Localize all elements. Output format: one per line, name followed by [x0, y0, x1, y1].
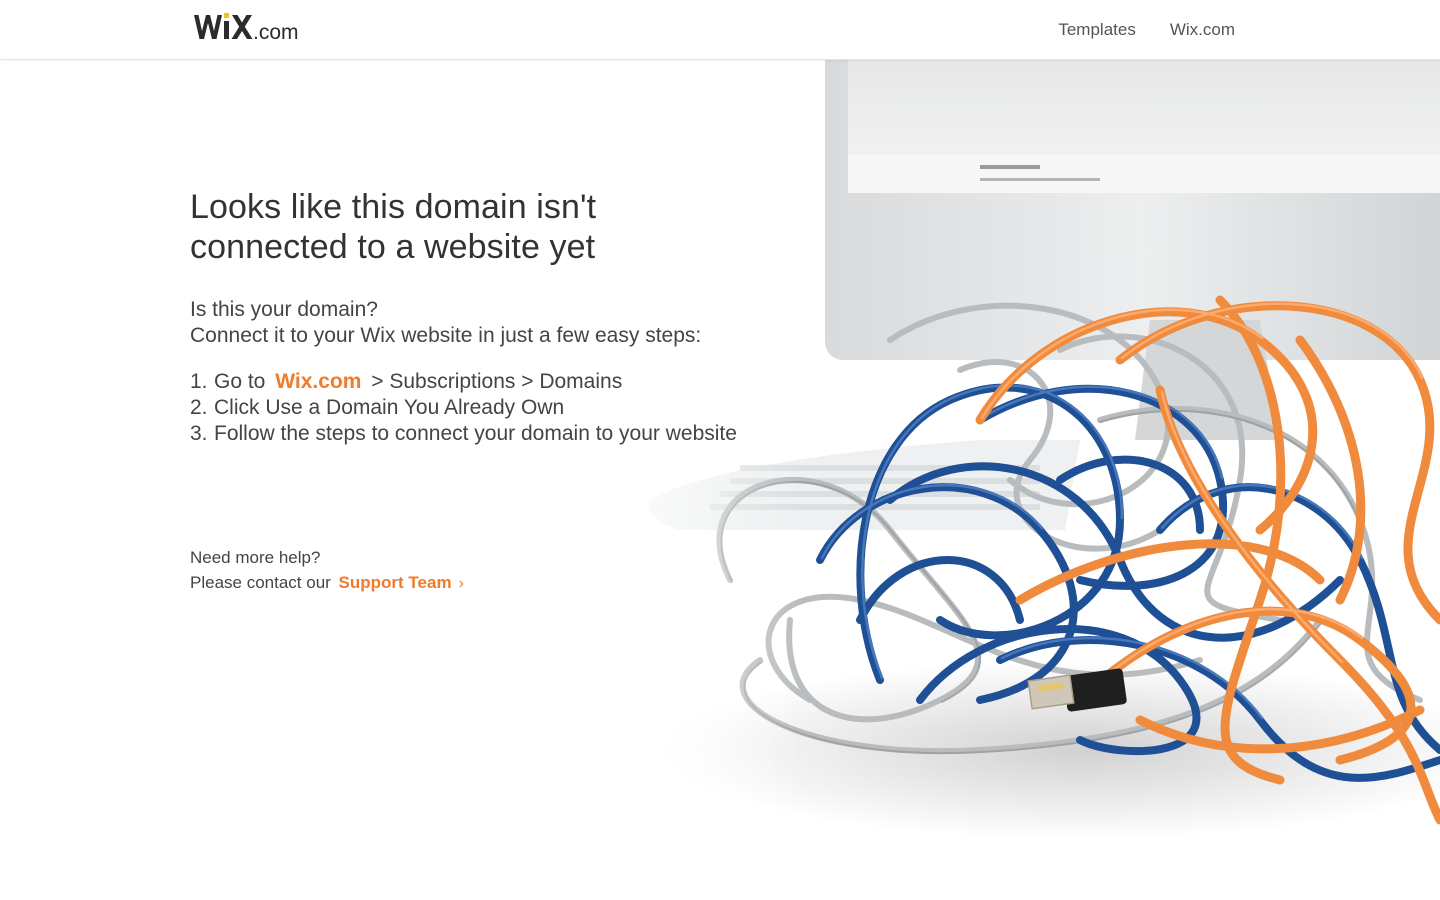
contact-prefix: Please contact our [190, 573, 331, 592]
main-content: Looks like this domain isn't connected t… [190, 187, 810, 596]
step-number: 3. [190, 422, 208, 445]
support-team-link[interactable]: Support Team [339, 573, 452, 592]
wix-logo-icon: .com [194, 13, 299, 42]
top-nav: Templates Wix.com [1058, 20, 1235, 40]
domain-question: Is this your domain? [190, 298, 378, 321]
wix-com-link[interactable]: Wix.com [275, 370, 361, 393]
step-text: Follow the steps to connect your domain … [214, 422, 737, 445]
page-title: Looks like this domain isn't connected t… [190, 187, 810, 267]
nav-wix-link[interactable]: Wix.com [1170, 20, 1235, 40]
chevron-right-icon: › [458, 575, 464, 592]
step-number: 1. [190, 370, 208, 393]
top-header: .com Templates Wix.com [0, 0, 1440, 60]
title-line-1: Looks like this domain isn't [190, 188, 597, 226]
page: .com Templates Wix.com Looks like this d… [0, 0, 1440, 900]
step-item: 3. Follow the steps to connect your doma… [190, 421, 810, 447]
step-text: Click Use a Domain You Already Own [214, 396, 565, 419]
contact-line: Please contact our Support Team › [190, 570, 810, 596]
connect-instructions: Connect it to your Wix website in just a… [190, 324, 702, 347]
steps-list: 1. Go to Wix.com > Subscriptions > Domai… [190, 369, 810, 447]
nav-templates-link[interactable]: Templates [1058, 20, 1135, 40]
title-line-2: connected to a website yet [190, 228, 596, 266]
help-title: Need more help? [190, 548, 321, 567]
step-text: Go to [214, 370, 266, 393]
step-item: 2. Click Use a Domain You Already Own [190, 395, 810, 421]
step-item: 1. Go to Wix.com > Subscriptions > Domai… [190, 369, 810, 395]
svg-text:.com: .com [253, 21, 299, 42]
step-text: > Subscriptions > Domains [371, 370, 623, 393]
wix-logo[interactable]: .com [193, 10, 309, 42]
step-number: 2. [190, 396, 208, 419]
